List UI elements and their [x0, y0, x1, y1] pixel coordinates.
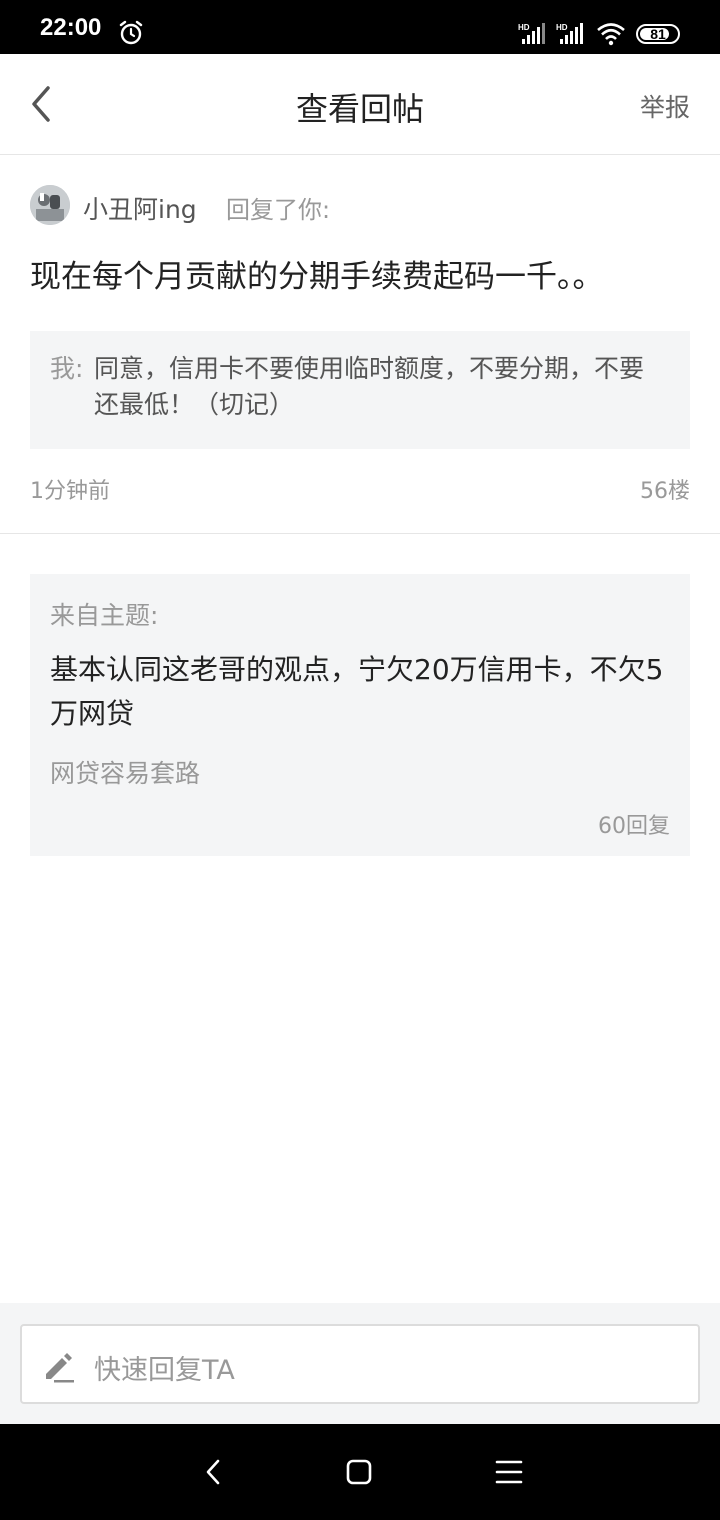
- topic-title: 基本认同这老哥的观点，宁欠20万信用卡，不欠5万网贷: [50, 653, 664, 730]
- reply-content: 现在每个月贡献的分期手续费起码一千。。: [30, 259, 604, 295]
- system-nav-bar: [0, 1424, 720, 1520]
- signal-hd-icon: HD: [556, 23, 583, 44]
- pencil-icon: [46, 1353, 74, 1383]
- quote-prefix: 我:: [50, 354, 84, 383]
- quick-reply-placeholder: 快速回复TA: [94, 1355, 235, 1386]
- svg-text:HD: HD: [556, 23, 568, 32]
- svg-text:HD: HD: [518, 23, 530, 32]
- quoted-comment: 我: 同意，信用卡不要使用临时额度，不要分期，不要还最低！（切记）: [30, 331, 690, 449]
- reply-time: 1分钟前: [30, 479, 110, 504]
- status-time: 22:00: [40, 14, 102, 41]
- nav-home-icon[interactable]: [344, 1458, 374, 1486]
- reply-section: 小丑阿ing 回复了你: 现在每个月贡献的分期手续费起码一千。。 我: 同意，信…: [0, 155, 720, 534]
- battery-icon: 81: [636, 24, 680, 44]
- topic-card[interactable]: 来自主题: 基本认同这老哥的观点，宁欠20万信用卡，不欠5万网贷 网贷容易套路 …: [30, 574, 690, 856]
- quick-reply-input[interactable]: 快速回复TA: [20, 1324, 700, 1404]
- bottom-bar: 快速回复TA: [0, 1303, 720, 1424]
- signal-hd-icon: HD: [518, 23, 545, 44]
- quote-text: 同意，信用卡不要使用临时额度，不要分期，不要还最低！（切记）: [94, 354, 645, 419]
- topic-reply-count: 60回复: [598, 814, 670, 839]
- battery-percent: 81: [650, 26, 666, 42]
- topic-from-label: 来自主题:: [50, 601, 159, 630]
- header: 查看回帖 举报: [0, 54, 720, 155]
- topic-subtitle: 网贷容易套路: [50, 759, 201, 788]
- status-bar: 22:00 HD HD 81: [0, 0, 720, 54]
- nav-menu-icon[interactable]: [494, 1458, 524, 1486]
- avatar-image: [30, 185, 70, 225]
- avatar[interactable]: [30, 185, 70, 225]
- author-name[interactable]: 小丑阿ing: [83, 190, 197, 226]
- nav-back-icon[interactable]: [200, 1458, 228, 1486]
- page-title: 查看回帖: [295, 90, 424, 128]
- floor-number: 56楼: [640, 479, 690, 504]
- report-button[interactable]: 举报: [640, 88, 690, 124]
- reply-action-label: 回复了你:: [226, 196, 331, 224]
- wifi-icon: [597, 23, 625, 46]
- alarm-icon: [119, 20, 143, 45]
